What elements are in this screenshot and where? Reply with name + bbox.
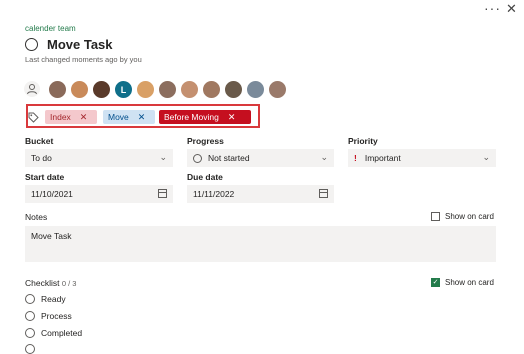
bucket-dropdown[interactable]: To do ⌄ bbox=[25, 149, 173, 167]
start-date-field[interactable]: 11/10/2021 bbox=[25, 185, 173, 203]
plan-name[interactable]: calender team bbox=[25, 24, 76, 33]
assign-person-icon[interactable] bbox=[24, 81, 40, 97]
progress-dropdown[interactable]: Not started ⌄ bbox=[187, 149, 334, 167]
label-chip-index[interactable]: Index ✕ bbox=[45, 110, 97, 124]
progress-value: Not started bbox=[208, 153, 250, 163]
checklist-item-text[interactable]: Process bbox=[41, 311, 72, 321]
priority-value: Important bbox=[364, 153, 401, 163]
checklist-item-checkbox[interactable] bbox=[25, 294, 35, 304]
checklist-header: Checklist 0 / 3 bbox=[25, 278, 76, 288]
chevron-down-icon: ⌄ bbox=[320, 152, 328, 162]
label-chip-text: Index bbox=[50, 112, 71, 122]
calendar-icon[interactable] bbox=[158, 189, 167, 198]
priority-label: Priority bbox=[348, 136, 378, 146]
calendar-icon[interactable] bbox=[319, 189, 328, 198]
show-on-card-label: Show on card bbox=[445, 212, 494, 221]
remove-label-icon[interactable]: ✕ bbox=[228, 112, 236, 123]
chevron-down-icon: ⌄ bbox=[159, 152, 167, 162]
due-date-label: Due date bbox=[187, 172, 223, 182]
last-changed-text: Last changed moments ago by you bbox=[25, 55, 142, 64]
checklist-item[interactable]: Completed bbox=[25, 328, 82, 338]
notes-show-on-card[interactable]: Show on card bbox=[431, 212, 494, 221]
remove-label-icon[interactable]: ✕ bbox=[138, 112, 146, 123]
checklist-label: Checklist bbox=[25, 278, 60, 288]
not-started-icon bbox=[193, 153, 202, 163]
label-chip-text: Move bbox=[108, 112, 129, 122]
priority-dropdown[interactable]: ! Important ⌄ bbox=[348, 149, 496, 167]
avatar[interactable]: L bbox=[114, 80, 133, 99]
checklist-count: 0 / 3 bbox=[61, 279, 77, 288]
complete-task-checkbox[interactable] bbox=[25, 38, 38, 51]
task-title[interactable]: Move Task bbox=[47, 37, 113, 52]
checklist-item[interactable]: Ready bbox=[25, 294, 66, 304]
show-on-card-checkbox-checked[interactable]: ✓ bbox=[431, 278, 440, 287]
avatar[interactable] bbox=[70, 80, 89, 99]
due-date-field[interactable]: 11/11/2022 bbox=[187, 185, 334, 203]
label-chip-before-moving[interactable]: Before Moving ✕ bbox=[159, 110, 251, 124]
close-icon[interactable]: ✕ bbox=[506, 1, 517, 17]
start-date-label: Start date bbox=[25, 172, 65, 182]
avatar[interactable] bbox=[136, 80, 155, 99]
avatar[interactable] bbox=[268, 80, 287, 99]
bucket-label: Bucket bbox=[25, 136, 54, 146]
show-on-card-checkbox[interactable] bbox=[431, 212, 440, 221]
checklist-item-text[interactable]: Completed bbox=[41, 328, 82, 338]
checklist-item-checkbox[interactable] bbox=[25, 328, 35, 338]
avatar[interactable] bbox=[48, 80, 67, 99]
important-icon: ! bbox=[354, 153, 357, 163]
chevron-down-icon: ⌄ bbox=[482, 152, 490, 162]
show-on-card-label: Show on card bbox=[445, 278, 494, 287]
avatar[interactable] bbox=[224, 80, 243, 99]
start-date-value: 11/10/2021 bbox=[31, 189, 73, 199]
checklist-item[interactable]: Process bbox=[25, 311, 72, 321]
avatar[interactable] bbox=[158, 80, 177, 99]
avatar[interactable] bbox=[246, 80, 265, 99]
checklist-add-item-circle[interactable] bbox=[25, 344, 35, 354]
notes-textarea[interactable]: Move Task bbox=[25, 226, 496, 262]
assignee-avatars: L bbox=[48, 80, 287, 99]
progress-label: Progress bbox=[187, 136, 224, 146]
notes-label: Notes bbox=[25, 212, 48, 222]
remove-label-icon[interactable]: ✕ bbox=[80, 112, 88, 123]
checklist-show-on-card[interactable]: ✓ Show on card bbox=[431, 278, 494, 287]
checklist-item-text[interactable]: Ready bbox=[41, 294, 66, 304]
more-options-icon[interactable]: ··· bbox=[484, 0, 501, 16]
avatar[interactable] bbox=[92, 80, 111, 99]
avatar[interactable] bbox=[202, 80, 221, 99]
bucket-value: To do bbox=[31, 153, 52, 163]
label-chip-move[interactable]: Move ✕ bbox=[103, 110, 155, 124]
due-date-value: 11/11/2022 bbox=[193, 189, 235, 199]
avatar[interactable] bbox=[180, 80, 199, 99]
tag-icon bbox=[28, 110, 39, 128]
label-chip-text: Before Moving bbox=[164, 112, 219, 122]
checklist-item-checkbox[interactable] bbox=[25, 311, 35, 321]
